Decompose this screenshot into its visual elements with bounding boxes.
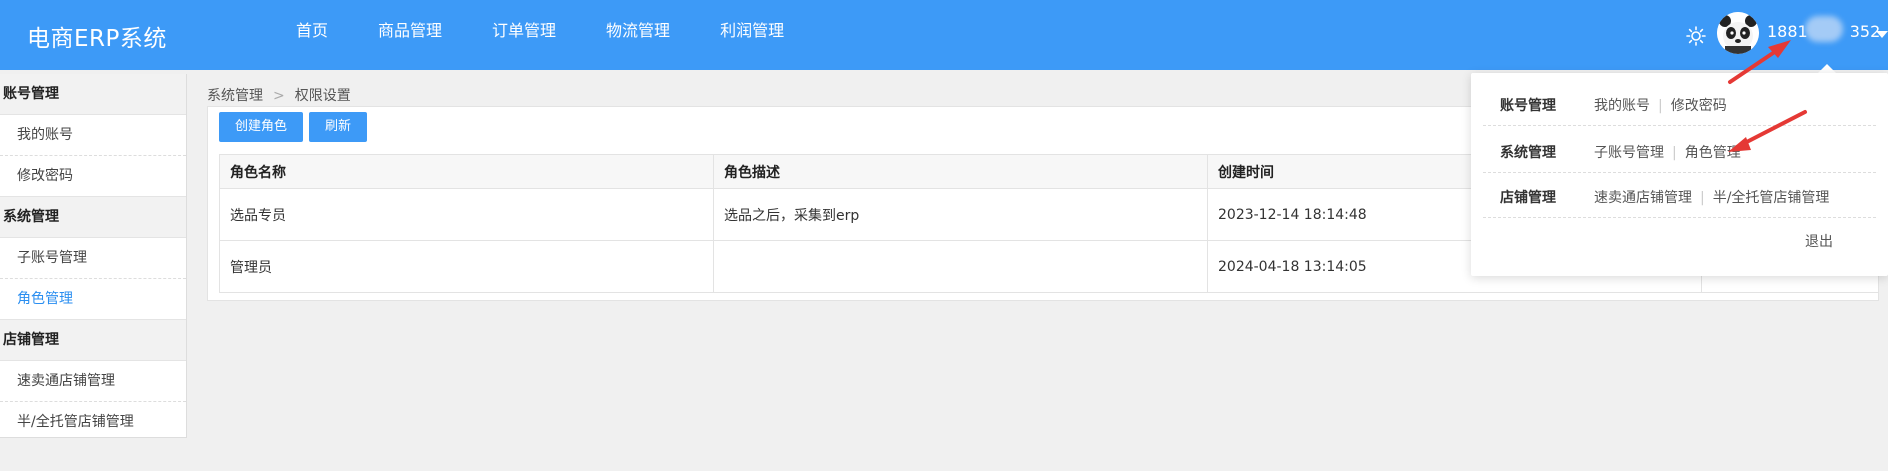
nav-profit[interactable]: 利润管理 [695,0,809,70]
cell-role-description: 选品之后，采集到erp [713,188,1208,241]
breadcrumb-separator-icon: > [273,88,285,104]
nav-products[interactable]: 商品管理 [353,0,467,70]
main-nav: 首页 商品管理 订单管理 物流管理 利润管理 [296,0,809,70]
sidebar-item-aliexpress-shops[interactable]: 速卖通店铺管理 [0,361,186,402]
breadcrumb-system[interactable]: 系统管理 [207,88,263,104]
dropdown-label-system: 系统管理 [1500,145,1556,161]
sidebar-item-managed-shops[interactable]: 半/全托管店铺管理 [0,402,186,442]
column-role-description: 角色描述 [713,154,1208,189]
column-role-name: 角色名称 [219,154,714,189]
divider: | [1658,98,1663,114]
cell-role-name: 管理员 [219,240,714,293]
cell-role-name: 选品专员 [219,188,714,241]
sidebar-item-sub-accounts[interactable]: 子账号管理 [0,238,186,279]
logout-link[interactable]: 退出 [1805,231,1833,251]
sidebar-item-roles[interactable]: 角色管理 [0,279,186,319]
create-role-button[interactable]: 创建角色 [219,112,304,142]
divider: | [1700,190,1705,206]
dropdown-links-shops: 速卖通店铺管理 | 半/全托管店铺管理 [1594,187,1829,207]
sun-icon[interactable] [1686,26,1706,46]
dropdown-label-account: 账号管理 [1500,98,1556,114]
dropdown-arrow-icon [1818,64,1836,73]
dropdown-sub-accounts[interactable]: 子账号管理 [1594,145,1664,161]
dropdown-aliexpress-shops[interactable]: 速卖通店铺管理 [1594,190,1692,206]
user-name-prefix: 1881 [1767,22,1808,41]
sidebar-group-account: 账号管理 [0,74,186,115]
sidebar-group-shops: 店铺管理 [0,319,186,361]
breadcrumb: 系统管理 > 权限设置 [207,85,351,105]
nav-logistics[interactable]: 物流管理 [581,0,695,70]
top-header: 电商ERP系统 首页 商品管理 订单管理 物流管理 利润管理 1881 352 [0,0,1888,70]
dropdown-managed-shops[interactable]: 半/全托管店铺管理 [1713,190,1830,206]
user-dropdown-menu: 账号管理 我的账号 | 修改密码 系统管理 子账号管理 | 角色管理 店铺管理 速卖通店… [1471,73,1888,276]
dropdown-my-account[interactable]: 我的账号 [1594,98,1650,114]
redacted-blur [1805,16,1843,42]
sidebar: 账号管理 我的账号 修改密码 系统管理 子账号管理 角色管理 店铺管理 速卖通店… [0,74,187,438]
avatar-panda-icon [1717,12,1759,54]
dropdown-change-password[interactable]: 修改密码 [1671,98,1727,114]
dropdown-row-shops: 店铺管理 速卖通店铺管理 | 半/全托管店铺管理 [1483,173,1876,218]
refresh-button[interactable]: 刷新 [309,112,368,142]
sidebar-group-system: 系统管理 [0,196,186,238]
dropdown-row-system: 系统管理 子账号管理 | 角色管理 [1483,128,1876,173]
dropdown-row-account: 账号管理 我的账号 | 修改密码 [1483,81,1876,126]
caret-down-icon[interactable] [1876,31,1888,38]
dropdown-links-system: 子账号管理 | 角色管理 [1594,142,1741,162]
nav-orders[interactable]: 订单管理 [467,0,581,70]
sidebar-item-change-password[interactable]: 修改密码 [0,156,186,196]
breadcrumb-permissions: 权限设置 [294,88,351,104]
avatar[interactable] [1717,12,1759,54]
dropdown-links-account: 我的账号 | 修改密码 [1594,95,1727,115]
dropdown-label-shops: 店铺管理 [1500,190,1556,206]
dropdown-roles[interactable]: 角色管理 [1685,145,1741,161]
nav-home[interactable]: 首页 [296,0,353,70]
cell-role-description [713,240,1208,293]
sidebar-item-my-account[interactable]: 我的账号 [0,115,186,156]
divider: | [1672,145,1677,161]
brand-title[interactable]: 电商ERP系统 [27,19,167,53]
